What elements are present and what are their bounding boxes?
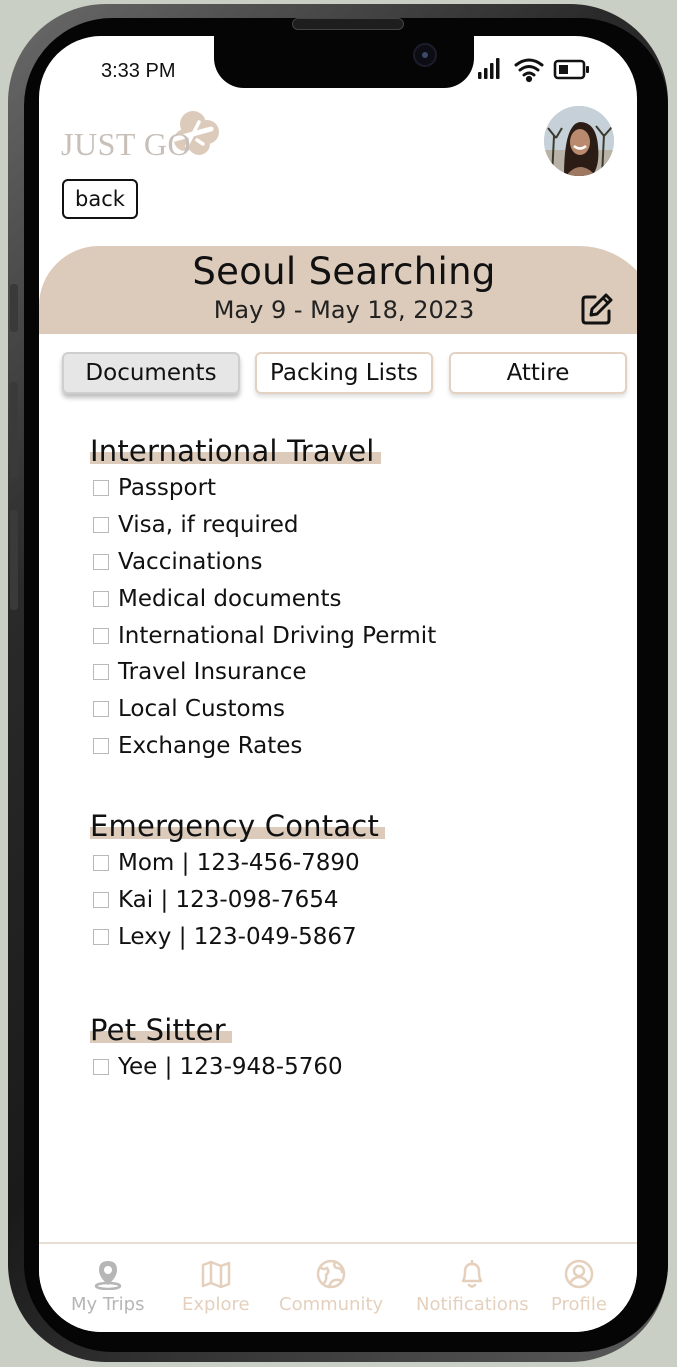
list-item[interactable]: Exchange Rates [90, 728, 570, 765]
item-label: Yee | 123-948-5760 [118, 1054, 343, 1081]
avatar[interactable] [544, 106, 614, 176]
item-label: Passport [118, 475, 217, 502]
checkbox[interactable] [93, 664, 109, 681]
section-international-travel: International Travel Passport Visa, if r… [90, 434, 570, 764]
user-circle-icon [564, 1259, 594, 1289]
nav-community[interactable]: Community [279, 1258, 383, 1315]
tab-packing-lists[interactable]: Packing Lists [255, 352, 433, 394]
logo-text: JUST GO [61, 126, 192, 162]
checkbox[interactable] [93, 553, 109, 570]
section-emergency-contact: Emergency Contact Mom | 123-456-7890 Kai… [90, 809, 570, 955]
checkbox[interactable] [93, 480, 109, 497]
item-label: Medical documents [118, 585, 342, 612]
list-item[interactable]: Visa, if required [90, 507, 570, 544]
list-item[interactable]: International Driving Permit [90, 617, 570, 654]
app-screen: 3:33 PM JUST GO back Seoul Searching May… [39, 36, 637, 1332]
nav-label: Community [279, 1294, 384, 1315]
edit-icon[interactable] [580, 292, 614, 326]
tab-bar: Documents Packing Lists Attire [62, 352, 628, 396]
mute-switch [10, 284, 18, 332]
cellular-signal-icon [478, 58, 500, 79]
item-label: Mom | 123-456-7890 [118, 850, 360, 877]
list-item[interactable]: Lexy | 123-049-5867 [90, 919, 570, 956]
back-button[interactable]: back [62, 179, 138, 219]
nav-label: Explore [182, 1294, 250, 1315]
checklist: Mom | 123-456-7890 Kai | 123-098-7654 Le… [90, 845, 570, 955]
section-title: International Travel [90, 434, 381, 468]
nav-my-trips[interactable]: My Trips [71, 1258, 144, 1315]
tab-documents[interactable]: Documents [62, 352, 240, 394]
item-label: Exchange Rates [118, 732, 303, 759]
checkbox[interactable] [93, 627, 109, 644]
list-item[interactable]: Local Customs [90, 691, 570, 728]
item-label: Lexy | 123-049-5867 [118, 923, 357, 950]
list-item[interactable]: Passport [90, 470, 570, 507]
nav-label: My Trips [71, 1294, 145, 1315]
bottom-nav: My Trips Explore Community Notifications [39, 1242, 637, 1332]
checkbox[interactable] [93, 1059, 109, 1076]
section-title: Pet Sitter [90, 1013, 232, 1047]
wifi-icon [514, 58, 544, 83]
item-label: Local Customs [118, 696, 286, 723]
nav-profile[interactable]: Profile [551, 1258, 607, 1315]
notch [214, 36, 474, 88]
section-title: Emergency Contact [90, 809, 386, 843]
section-pet-sitter: Pet Sitter Yee | 123-948-5760 [90, 1013, 570, 1086]
battery-icon [553, 59, 589, 80]
section-title-text: Emergency Contact [90, 809, 380, 843]
map-icon [201, 1260, 231, 1289]
list-item[interactable]: Kai | 123-098-7654 [90, 882, 570, 919]
checkbox[interactable] [93, 517, 109, 534]
nav-label: Notifications [416, 1294, 529, 1315]
checkbox[interactable] [93, 928, 109, 945]
trip-title: Seoul Searching [192, 250, 496, 293]
nav-notifications[interactable]: Notifications [416, 1258, 529, 1315]
item-label: Kai | 123-098-7654 [118, 887, 339, 914]
list-item[interactable]: Travel Insurance [90, 654, 570, 691]
trip-dates: May 9 - May 18, 2023 [213, 296, 475, 324]
bell-icon [462, 1259, 483, 1288]
section-title-text: International Travel [90, 434, 375, 468]
just-go-logo[interactable]: JUST GO [61, 108, 231, 168]
checkbox[interactable] [93, 590, 109, 607]
tab-attire[interactable]: Attire [449, 352, 627, 394]
section-title-text: Pet Sitter [90, 1013, 226, 1047]
item-label: Travel Insurance [118, 659, 307, 686]
nav-explore[interactable]: Explore [182, 1258, 250, 1315]
list-item[interactable]: Yee | 123-948-5760 [90, 1049, 570, 1086]
checklist: Passport Visa, if required Vaccinations … [90, 470, 570, 764]
volume-up-button [10, 382, 18, 478]
nav-label: Profile [551, 1294, 607, 1315]
checkbox[interactable] [93, 737, 109, 754]
item-label: International Driving Permit [118, 622, 437, 649]
item-label: Vaccinations [118, 548, 263, 575]
status-icons [478, 58, 589, 83]
globe-icon [316, 1259, 346, 1289]
list-item[interactable]: Vaccinations [90, 544, 570, 581]
map-pin-icon [94, 1261, 121, 1290]
volume-down-button [10, 510, 18, 610]
avatar-photo [544, 106, 614, 176]
checkbox[interactable] [93, 701, 109, 718]
checkbox[interactable] [93, 855, 109, 872]
list-item[interactable]: Mom | 123-456-7890 [90, 845, 570, 882]
list-item[interactable]: Medical documents [90, 580, 570, 617]
item-label: Visa, if required [118, 512, 299, 539]
speaker-grille [292, 18, 404, 30]
front-camera [413, 43, 437, 67]
checkbox[interactable] [93, 892, 109, 909]
status-time: 3:33 PM [101, 60, 176, 82]
checklist: Yee | 123-948-5760 [90, 1049, 570, 1086]
